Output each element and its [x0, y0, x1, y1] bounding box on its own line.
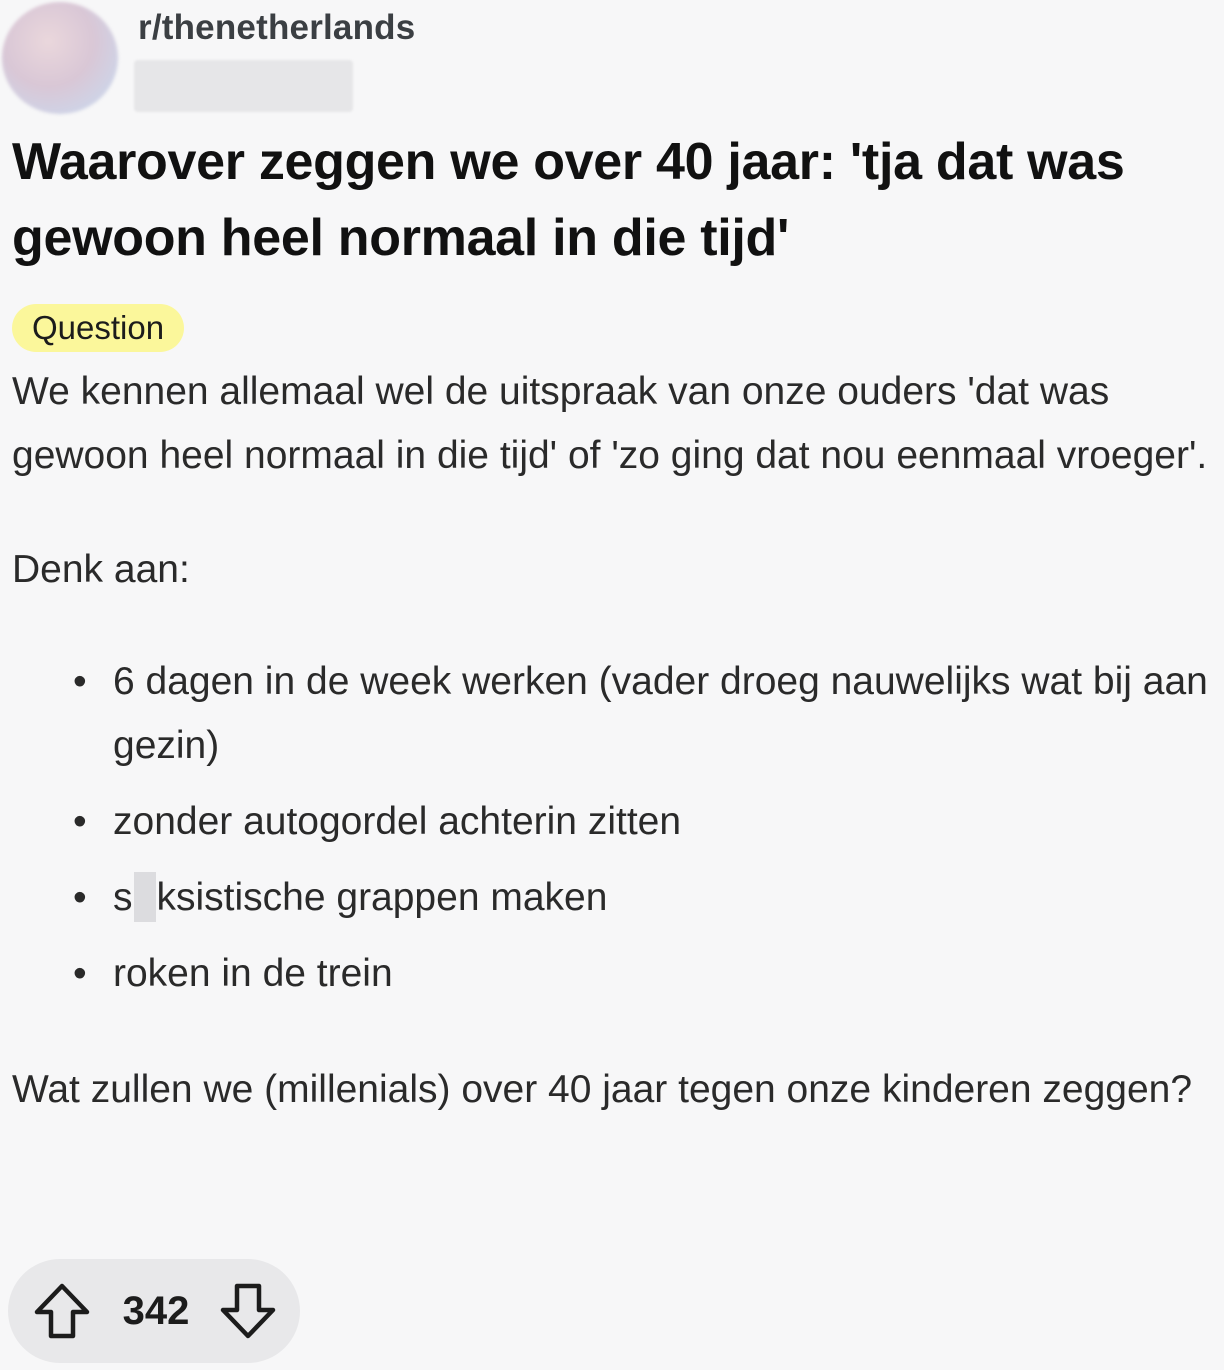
redaction-block — [133, 872, 156, 922]
list-item-text: zonder autogordel achterin zitten — [113, 800, 682, 843]
blurred-post-meta — [134, 60, 353, 112]
bullet-icon: • — [73, 952, 87, 995]
post-bullet-list: • 6 dagen in de week werken (vader droeg… — [12, 650, 1212, 1006]
post-body: We kennen allemaal wel de uitspraak van … — [12, 360, 1212, 1122]
post-flair-badge[interactable]: Question — [12, 304, 185, 352]
list-item: • zonder autogordel achterin zitten — [73, 790, 1212, 854]
bullet-icon: • — [73, 876, 87, 919]
post-list-intro: Denk aan: — [12, 548, 190, 591]
vote-count: 342 — [122, 1289, 190, 1333]
arrow-down-outline-icon — [220, 1283, 276, 1339]
bullet-icon: • — [73, 660, 87, 703]
upvote-button[interactable] — [32, 1281, 92, 1341]
post-header: r/thenetherlands — [0, 0, 1224, 118]
list-item: • 6 dagen in de week werken (vader droeg… — [73, 650, 1212, 778]
list-item-text: roken in de trein — [113, 952, 393, 995]
downvote-button[interactable] — [218, 1281, 278, 1341]
arrow-up-outline-icon — [34, 1283, 90, 1339]
list-item: • roken in de trein — [73, 942, 1212, 1006]
list-item-text: 6 dagen in de week werken (vader droeg n… — [113, 660, 1208, 767]
list-item-text-start: s — [113, 876, 133, 919]
list-item: • s ksistische grappen maken — [73, 866, 1212, 930]
vote-bar: 342 — [8, 1259, 300, 1363]
subreddit-name[interactable]: r/thenetherlands — [138, 8, 415, 48]
bullet-icon: • — [73, 800, 87, 843]
post-intro-paragraph: We kennen allemaal wel de uitspraak van … — [12, 370, 1208, 477]
post-closing-paragraph: Wat zullen we (millenials) over 40 jaar … — [12, 1068, 1193, 1111]
list-item-text-end: ksistische grappen maken — [156, 876, 608, 919]
subreddit-avatar[interactable] — [2, 2, 118, 114]
post-title[interactable]: Waarover zeggen we over 40 jaar: 'tja da… — [12, 124, 1224, 276]
